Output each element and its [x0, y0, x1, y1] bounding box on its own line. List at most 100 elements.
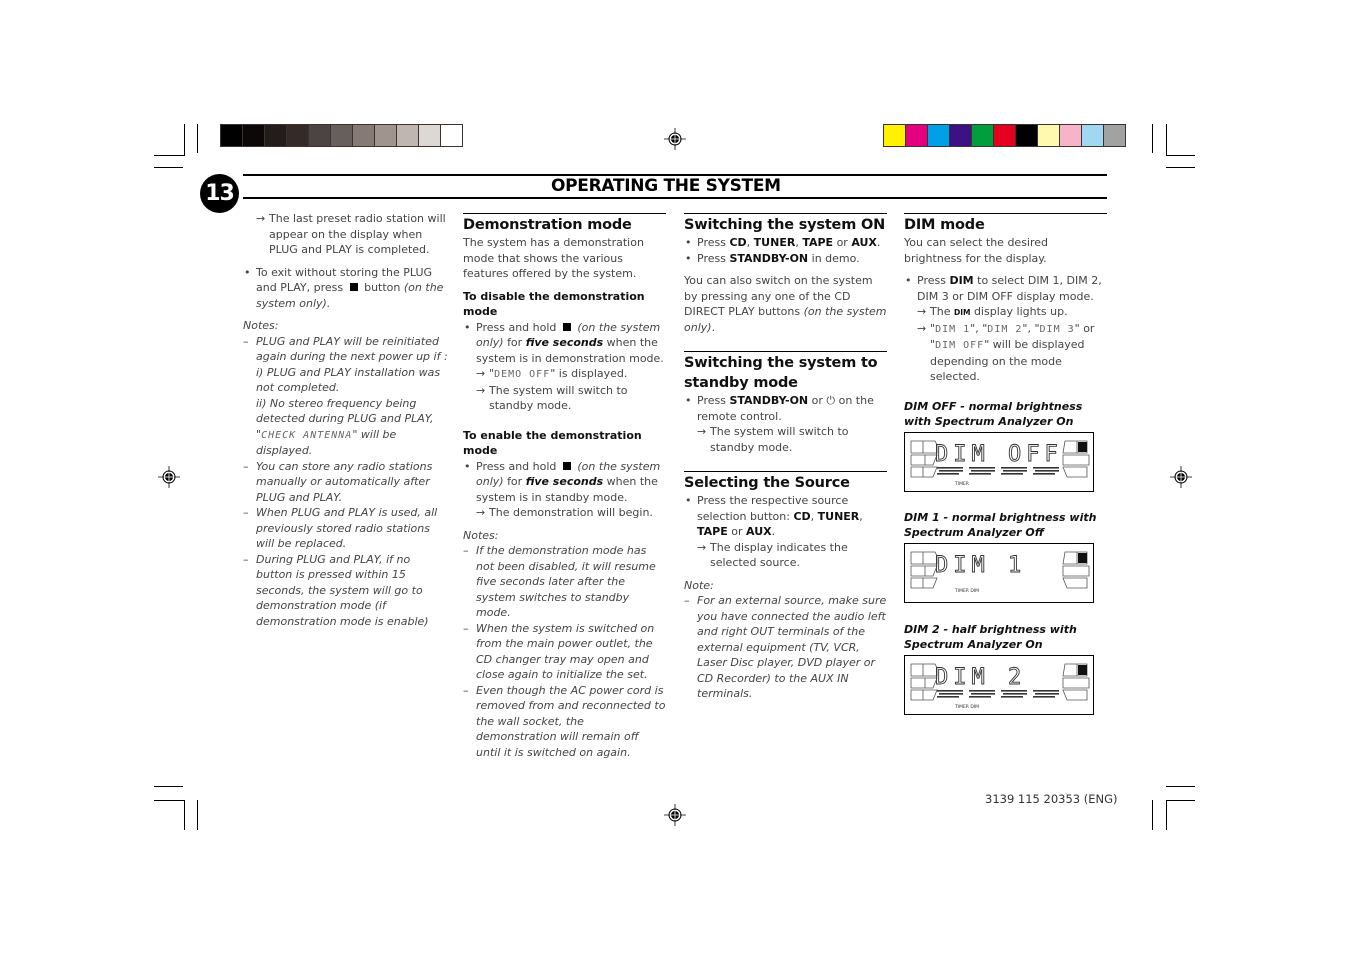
section-heading: Switching the system ON — [684, 217, 886, 233]
color-swatch — [884, 125, 905, 146]
text: five seconds — [525, 336, 604, 349]
color-swatch — [243, 125, 264, 146]
note-item: If the demonstration mode has not been d… — [463, 543, 666, 621]
text: or — [731, 525, 743, 538]
text: Press and hold — [476, 320, 557, 334]
section-heading: Demonstration mode — [463, 217, 632, 233]
registration-mark-icon — [158, 466, 180, 488]
registration-mark-icon — [1170, 466, 1192, 488]
spectrum-bar — [969, 689, 995, 692]
text: AUX — [851, 236, 877, 249]
text: Press — [697, 236, 726, 249]
lcd-left-panel — [910, 677, 938, 700]
color-swatch — [375, 125, 396, 146]
registration-mark-icon — [664, 128, 686, 150]
arrow-item: → "DIM 1", "DIM 2", "DIM 3" or "DIM OFF" … — [917, 321, 1095, 384]
color-swatch — [397, 125, 418, 146]
color-swatch — [1038, 125, 1059, 146]
stop-button-icon — [562, 461, 571, 470]
crop-mark — [197, 124, 198, 153]
arrow-item: → The display indicates the selected sour… — [697, 540, 887, 571]
section-heading: Switching the system to standby mode — [684, 355, 878, 391]
subheading: To enable the demonstration mode — [463, 428, 642, 458]
text: STANDBY-ON — [729, 394, 809, 407]
lcd-main-text: DIM 2 — [935, 665, 1026, 690]
color-swatch — [906, 125, 927, 146]
section-rule — [463, 213, 666, 214]
text: The demonstration will begin. — [489, 506, 653, 519]
lcd-left-panel — [910, 663, 938, 676]
page-number-badge: 13 — [200, 174, 239, 213]
bullet-item: Press DIM to select DIM 1, DIM 2, DIM 3 … — [904, 273, 1107, 304]
crop-mark — [154, 167, 183, 168]
arrow-icon: → — [917, 305, 927, 318]
spectrum-bar — [1033, 695, 1055, 698]
spectrum-bar — [969, 466, 995, 469]
bullet-item: Press and hold (on the system only) for … — [463, 320, 666, 367]
lcd-display-illustration: DIM OFF TIMER — [904, 431, 1094, 492]
text: or — [811, 394, 823, 407]
lcd-text: DIM 1 — [935, 323, 971, 335]
text: AUX — [746, 525, 772, 538]
arrow-icon: → — [476, 383, 486, 397]
spectrum-bar — [971, 469, 995, 472]
spectrum-bar — [937, 695, 959, 698]
arrow-item: → The last preset radio station will appe… — [256, 211, 448, 258]
notes-label: Note: — [684, 578, 714, 592]
figure-caption: DIM 1 - normal brightness with Spectrum … — [904, 510, 1097, 540]
lcd-main-text: DIM OFF — [935, 442, 1063, 467]
color-swatch — [419, 125, 440, 146]
display-figure: DIM OFF - normal brightness with Spectru… — [904, 399, 1107, 492]
crop-mark — [1152, 124, 1153, 153]
spectrum-bar — [969, 472, 991, 475]
text: Press and hold — [476, 459, 557, 473]
text: The system will switch to standby mode. — [489, 383, 628, 413]
text: PLUG and PLAY will be reinitiated again … — [256, 334, 448, 364]
lcd-indicator-text: TIMER — [954, 481, 969, 487]
stop-button-icon — [562, 322, 571, 331]
lcd-indicator-text: TIMER DIM — [954, 704, 979, 710]
text: five seconds — [525, 475, 604, 488]
text: Press — [917, 274, 946, 287]
color-swatch — [1082, 125, 1103, 146]
column-dim-mode: DIM mode You can select the desired brig… — [904, 213, 1107, 715]
crop-mark — [184, 800, 185, 830]
color-swatch — [221, 125, 242, 146]
paragraph: The system has a demonstration mode that… — [463, 236, 644, 280]
arrow-item: → The system will switch to standby mode. — [697, 424, 887, 455]
arrow-icon: → — [697, 425, 707, 438]
crop-mark — [1166, 167, 1195, 168]
arrow-item: → The demonstration will begin. — [476, 505, 666, 521]
color-swatch — [1104, 125, 1125, 146]
section-rule — [904, 213, 1107, 214]
color-swatch — [353, 125, 374, 146]
text: The display indicates the selected sourc… — [710, 540, 848, 570]
crop-mark — [1166, 155, 1195, 156]
color-swatch — [265, 125, 286, 146]
lcd-text: DIM 3 — [1039, 323, 1075, 335]
lcd-left-panel — [910, 551, 938, 564]
color-swatch — [1016, 125, 1037, 146]
spectrum-bar — [1033, 472, 1055, 475]
section-rule — [684, 351, 887, 352]
page-title: OPERATING THE SYSTEM — [551, 176, 781, 196]
lcd-cd-indicator — [1078, 552, 1087, 563]
text: CD — [729, 236, 747, 249]
crop-mark — [1166, 800, 1195, 801]
spectrum-bar — [939, 469, 963, 472]
text: is displayed. — [558, 367, 628, 380]
arrow-item: → The system will switch to standby mode. — [476, 383, 666, 414]
section-rule — [684, 213, 887, 214]
column-switching: Switching the system ON Press CD, TUNER,… — [684, 213, 887, 702]
text: DIM — [953, 308, 971, 317]
crop-mark — [1166, 786, 1195, 787]
document-code: 3139 115 20353 (ENG) — [985, 792, 1118, 806]
bullet-item: Press STANDBY-ON in demo. — [684, 251, 887, 267]
color-swatch — [309, 125, 330, 146]
lcd-cd-indicator — [1078, 441, 1087, 452]
lcd-text: DIM OFF — [935, 340, 985, 351]
bullet-item: Press the respective source selection bu… — [684, 493, 887, 540]
text: The — [930, 305, 951, 318]
note-item: When the system is switched on from the … — [463, 621, 666, 683]
spectrum-bar — [1003, 692, 1027, 695]
